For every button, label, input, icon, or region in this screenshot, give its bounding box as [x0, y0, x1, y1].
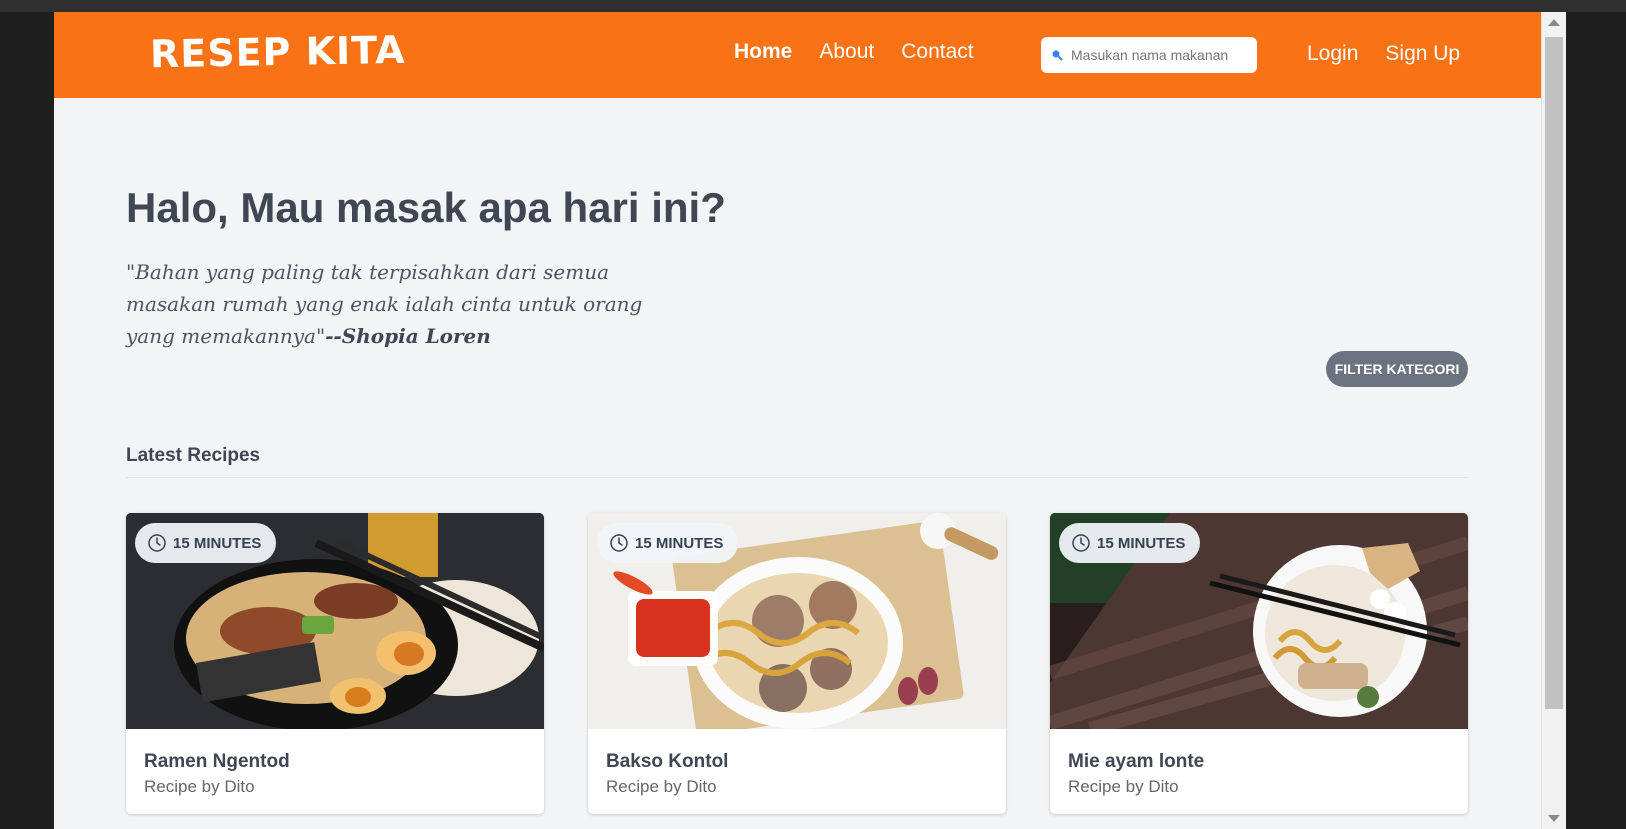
recipe-card-ramen[interactable]: 15 MINUTES Ramen Ngentod Recipe by Dito — [126, 513, 544, 814]
filter-category-button[interactable]: FILTER KATEGORI — [1326, 351, 1468, 387]
scroll-up-icon[interactable] — [1542, 12, 1566, 32]
clock-icon — [1072, 534, 1090, 552]
scrollbar-thumb[interactable] — [1545, 37, 1563, 709]
browser-top-strip — [0, 0, 1626, 12]
clock-icon — [148, 534, 166, 552]
nav-links: Home About Contact — [734, 40, 974, 64]
site-logo[interactable]: RESEP KITA — [150, 28, 406, 76]
cooking-time: 15 MINUTES — [173, 534, 262, 552]
recipe-title[interactable]: Ramen Ngentod — [144, 751, 290, 773]
signup-link[interactable]: Sign Up — [1385, 42, 1460, 66]
nav-contact-link[interactable]: Contact — [901, 40, 973, 64]
recipe-title[interactable]: Mie ayam lonte — [1068, 751, 1204, 773]
cooking-time-badge: 15 MINUTES — [135, 523, 277, 563]
browser-window: RESEP KITA Home About Contact Login Sign… — [54, 12, 1566, 829]
recipe-author: Recipe by Dito — [1068, 777, 1179, 796]
auth-links: Login Sign Up — [1307, 42, 1460, 66]
cooking-time: 15 MINUTES — [635, 534, 724, 552]
scroll-down-icon[interactable] — [1542, 809, 1566, 829]
recipe-card-mie-ayam[interactable]: 15 MINUTES Mie ayam lonte Recipe by Dito — [1050, 513, 1468, 814]
login-link[interactable]: Login — [1307, 42, 1358, 66]
recipe-author: Recipe by Dito — [144, 777, 255, 796]
vertical-scrollbar[interactable] — [1541, 12, 1566, 829]
nav-home-link[interactable]: Home — [734, 40, 792, 64]
latest-recipes-title: Latest Recipes — [126, 445, 261, 466]
search-box[interactable] — [1041, 37, 1257, 73]
nav-about-link[interactable]: About — [819, 40, 874, 64]
search-input[interactable] — [1069, 46, 1243, 64]
quote-author: --Shopia Loren — [325, 324, 491, 348]
cooking-time: 15 MINUTES — [1097, 534, 1186, 552]
cooking-time-badge: 15 MINUTES — [597, 523, 739, 563]
navbar: RESEP KITA Home About Contact Login Sign… — [54, 12, 1542, 98]
section-divider — [126, 477, 1468, 478]
recipe-author: Recipe by Dito — [606, 777, 717, 796]
recipe-title[interactable]: Bakso Kontol — [606, 751, 728, 773]
hero-title: Halo, Mau masak apa hari ini? — [126, 184, 726, 231]
search-icon — [1052, 50, 1063, 61]
cooking-time-badge: 15 MINUTES — [1059, 523, 1201, 563]
hero-quote: "Bahan yang paling tak terpisahkan dari … — [126, 256, 686, 352]
clock-icon — [610, 534, 628, 552]
recipe-card-bakso[interactable]: 15 MINUTES Bakso Kontol Recipe by Dito — [588, 513, 1006, 814]
